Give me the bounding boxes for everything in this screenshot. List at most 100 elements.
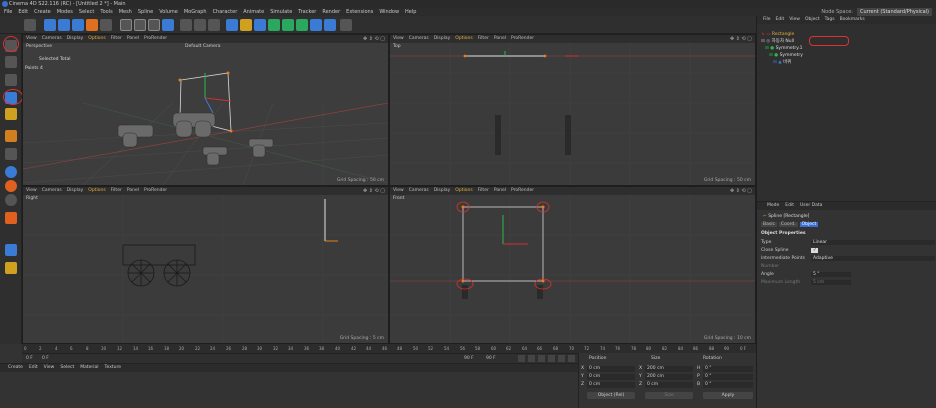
viewport-nav-icons[interactable]: ✥ ⇕ ⟲ ▢ bbox=[363, 35, 385, 43]
maximum-length-field[interactable]: 5 cm bbox=[811, 280, 851, 285]
menu-tracker[interactable]: Tracker bbox=[298, 8, 316, 16]
am-menu-user-data[interactable]: User Data bbox=[800, 202, 822, 210]
menu-mograph[interactable]: MoGraph bbox=[184, 8, 207, 16]
camera-icon[interactable] bbox=[324, 19, 336, 31]
mat-menu-view[interactable]: View bbox=[44, 364, 55, 372]
vp-menu-panel[interactable]: Panel bbox=[127, 35, 139, 43]
vp-menu-prorender[interactable]: ProRender bbox=[511, 187, 534, 195]
viewport-front[interactable]: View Cameras Display Options Filter Pane… bbox=[389, 186, 756, 344]
viewport-nav-icons[interactable]: ✥ ⇕ ⟲ ▢ bbox=[363, 187, 385, 195]
viewport-right[interactable]: View Cameras Display Options Filter Pane… bbox=[22, 186, 389, 344]
menu-help[interactable]: Help bbox=[405, 8, 416, 16]
viewport-perspective[interactable]: View Cameras Display Options Filter Pane… bbox=[22, 34, 389, 186]
coordinate-system-icon[interactable] bbox=[162, 19, 174, 31]
tab-coord[interactable]: Coord. bbox=[778, 222, 798, 227]
play-icon[interactable] bbox=[548, 355, 555, 362]
vp-menu-display[interactable]: Display bbox=[434, 187, 451, 195]
prev-key-icon[interactable] bbox=[528, 355, 535, 362]
vp-menu-display[interactable]: Display bbox=[67, 35, 84, 43]
max-frame-field[interactable]: 90 F bbox=[486, 356, 496, 361]
quantize-icon[interactable] bbox=[5, 262, 17, 274]
texture-mode-icon[interactable] bbox=[5, 74, 17, 86]
vp-menu-view[interactable]: View bbox=[393, 187, 404, 195]
vp-menu-panel[interactable]: Panel bbox=[127, 187, 139, 195]
mat-menu-select[interactable]: Select bbox=[60, 364, 74, 372]
viewport-nav-icons[interactable]: ✥ ⇕ ⟲ ▢ bbox=[730, 35, 752, 43]
y-axis-lock-icon[interactable] bbox=[134, 19, 146, 31]
mat-menu-texture[interactable]: Texture bbox=[105, 364, 121, 372]
timeline-ruler[interactable]: 0 2 4 6 8 10 12 14 16 18 20 22 24 26 28 … bbox=[22, 344, 756, 353]
locked-workplane-icon[interactable] bbox=[5, 212, 17, 224]
size-x-field[interactable]: 200 cm bbox=[645, 366, 693, 372]
tab-object[interactable]: Object bbox=[799, 222, 819, 227]
rotation-b-field[interactable]: 0 ° bbox=[703, 382, 753, 388]
vp-menu-cameras[interactable]: Cameras bbox=[42, 35, 62, 43]
menu-select[interactable]: Select bbox=[79, 8, 94, 16]
light-icon[interactable] bbox=[340, 19, 352, 31]
move-tool-icon[interactable] bbox=[44, 19, 56, 31]
node-space-dropdown[interactable]: Current (Standard/Physical) bbox=[856, 8, 932, 16]
am-menu-mode[interactable]: Mode bbox=[767, 202, 779, 210]
size-y-field[interactable]: 200 cm bbox=[645, 374, 693, 380]
live-selection-icon[interactable] bbox=[86, 19, 98, 31]
close-spline-checkbox[interactable]: ✓ bbox=[811, 248, 818, 253]
om-menu-edit[interactable]: Edit bbox=[776, 16, 785, 24]
vp-menu-options[interactable]: Options bbox=[88, 35, 105, 43]
vp-menu-filter[interactable]: Filter bbox=[478, 35, 489, 43]
om-menu-bookmarks[interactable]: Bookmarks bbox=[840, 16, 865, 24]
subdivision-icon[interactable] bbox=[254, 19, 266, 31]
next-frame-icon[interactable] bbox=[558, 355, 565, 362]
angle-field[interactable]: 5 ° bbox=[811, 272, 851, 277]
om-menu-tags[interactable]: Tags bbox=[825, 16, 835, 24]
vp-menu-panel[interactable]: Panel bbox=[494, 187, 506, 195]
vp-menu-view[interactable]: View bbox=[393, 35, 404, 43]
array-generator-icon[interactable] bbox=[268, 19, 280, 31]
om-menu-view[interactable]: View bbox=[789, 16, 800, 24]
planar-workplane-icon[interactable] bbox=[5, 244, 17, 256]
menu-file[interactable]: File bbox=[4, 8, 12, 16]
menu-character[interactable]: Character bbox=[213, 8, 238, 16]
start-frame-field[interactable]: 0 F bbox=[42, 356, 49, 361]
render-picture-viewer-icon[interactable] bbox=[194, 19, 206, 31]
menu-modes[interactable]: Modes bbox=[57, 8, 73, 16]
vp-menu-prorender[interactable]: ProRender bbox=[144, 35, 167, 43]
x-axis-lock-icon[interactable] bbox=[120, 19, 132, 31]
z-axis-lock-icon[interactable] bbox=[148, 19, 160, 31]
model-mode-icon[interactable] bbox=[5, 56, 17, 68]
menu-animate[interactable]: Animate bbox=[243, 8, 264, 16]
rotation-h-field[interactable]: 0 ° bbox=[703, 366, 753, 372]
menu-create[interactable]: Create bbox=[34, 8, 51, 16]
vp-menu-options[interactable]: Options bbox=[88, 187, 105, 195]
coordinate-mode-dropdown[interactable]: Object (Rel) bbox=[587, 392, 635, 399]
rotation-p-field[interactable]: 0 ° bbox=[703, 374, 753, 380]
current-frame-field[interactable]: 0 F bbox=[26, 356, 33, 361]
position-z-field[interactable]: 0 cm bbox=[587, 382, 635, 388]
mat-menu-material[interactable]: Material bbox=[80, 364, 98, 372]
size-z-field[interactable]: 0 cm bbox=[645, 382, 693, 388]
vp-menu-cameras[interactable]: Cameras bbox=[409, 35, 429, 43]
position-y-field[interactable]: 0 cm bbox=[587, 374, 635, 380]
menu-window[interactable]: Window bbox=[379, 8, 399, 16]
scale-tool-icon[interactable] bbox=[58, 19, 70, 31]
mat-menu-edit[interactable]: Edit bbox=[29, 364, 38, 372]
object-row-symmetry[interactable]: ⊟ ● Symmetry bbox=[761, 52, 931, 59]
vp-menu-display[interactable]: Display bbox=[67, 187, 84, 195]
snap-icon[interactable] bbox=[5, 166, 17, 178]
vp-menu-filter[interactable]: Filter bbox=[111, 187, 122, 195]
object-row-wheel[interactable]: ⊟ ▲ 바퀴 bbox=[761, 59, 931, 66]
size-mode-dropdown[interactable]: Size bbox=[645, 392, 693, 399]
end-frame-field[interactable]: 90 F bbox=[464, 356, 474, 361]
prev-frame-icon[interactable] bbox=[538, 355, 545, 362]
vp-menu-options[interactable]: Options bbox=[455, 35, 472, 43]
cube-primitive-icon[interactable] bbox=[226, 19, 238, 31]
rotate-tool-icon[interactable] bbox=[72, 19, 84, 31]
render-view-icon[interactable] bbox=[180, 19, 192, 31]
vp-menu-view[interactable]: View bbox=[26, 35, 37, 43]
polygons-mode-icon[interactable] bbox=[5, 130, 17, 142]
vp-menu-panel[interactable]: Panel bbox=[494, 35, 506, 43]
menu-tools[interactable]: Tools bbox=[100, 8, 112, 16]
axis-mode-icon[interactable] bbox=[5, 148, 17, 160]
type-dropdown[interactable]: Linear bbox=[811, 240, 935, 245]
vp-menu-cameras[interactable]: Cameras bbox=[409, 187, 429, 195]
am-menu-edit[interactable]: Edit bbox=[785, 202, 794, 210]
